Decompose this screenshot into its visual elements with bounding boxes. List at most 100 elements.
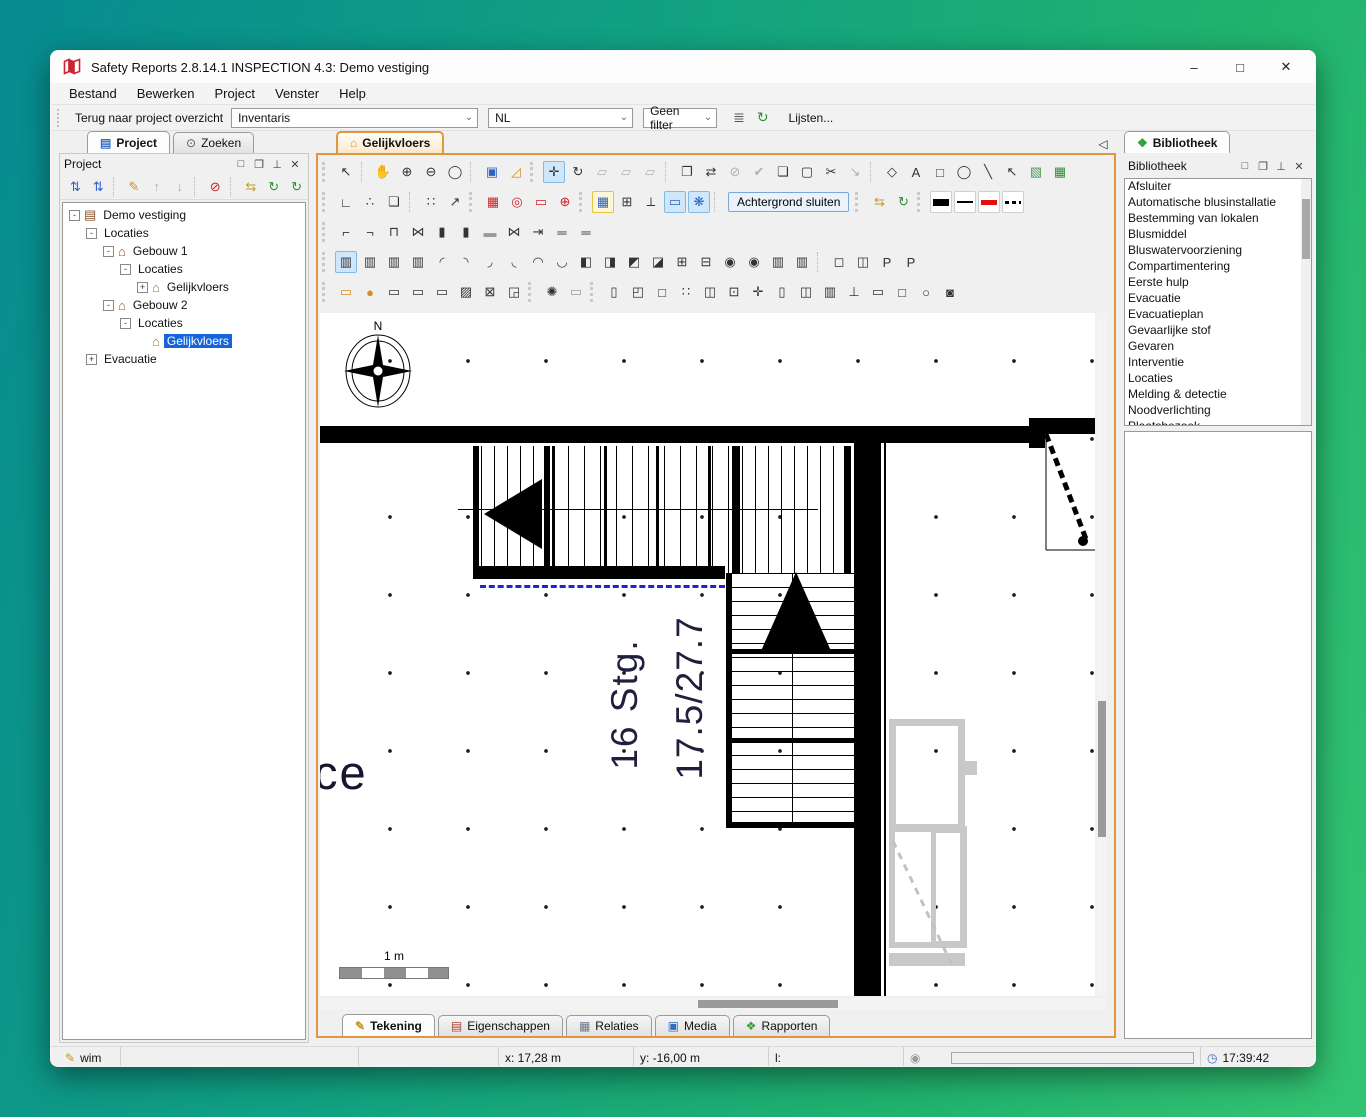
rectangle-tool-icon[interactable]: □ bbox=[929, 161, 951, 183]
library-scrollbar[interactable] bbox=[1301, 179, 1311, 425]
stairs-landing-1-icon[interactable]: ◧ bbox=[575, 251, 597, 273]
hatch-area-icon[interactable]: ▨ bbox=[455, 281, 477, 303]
tab-media[interactable]: ▣Media bbox=[655, 1015, 730, 1036]
tree-item-gebouw-1[interactable]: -⌂Gebouw 1 bbox=[63, 242, 305, 260]
tree-item-evacuatie[interactable]: +Evacuatie bbox=[63, 350, 305, 368]
move-down-icon[interactable]: ↓ bbox=[169, 176, 190, 198]
library-item-plaatsbezoek[interactable]: Plaatsbezoek bbox=[1125, 419, 1311, 426]
block-disabled-icon[interactable]: ⊘ bbox=[724, 161, 746, 183]
stairs-landing-4-icon[interactable]: ◪ bbox=[647, 251, 669, 273]
library-item-eerste-hulp[interactable]: Eerste hulp bbox=[1125, 275, 1311, 291]
worktop-icon[interactable]: □ bbox=[651, 281, 673, 303]
group-disabled-icon[interactable]: ▱ bbox=[615, 161, 637, 183]
wall-filled-icon[interactable]: ▬ bbox=[479, 221, 501, 243]
horizontal-scrollbar[interactable] bbox=[320, 998, 1106, 1010]
wall-segment-a-icon[interactable]: ▮ bbox=[431, 221, 453, 243]
tab-project[interactable]: ▤Project bbox=[87, 131, 170, 153]
pin-panel-button[interactable]: ⊥ bbox=[268, 158, 286, 171]
zoom-out-icon[interactable]: ⊖ bbox=[420, 161, 442, 183]
tree-item-gelijkvloers[interactable]: +⌂Gelijkvloers bbox=[63, 278, 305, 296]
refresh-add-icon[interactable]: ↻ bbox=[263, 176, 284, 198]
stairs-landing-2-icon[interactable]: ◨ bbox=[599, 251, 621, 273]
stairs-straight-up-icon[interactable]: ▥ bbox=[359, 251, 381, 273]
door-double-icon[interactable]: ⊓ bbox=[383, 221, 405, 243]
bathtub-icon[interactable]: ○ bbox=[915, 281, 937, 303]
library-item-gevaren[interactable]: Gevaren bbox=[1125, 339, 1311, 355]
align-disabled-icon[interactable]: ▱ bbox=[591, 161, 613, 183]
text-tool-icon[interactable]: A bbox=[905, 161, 927, 183]
window-tilt-icon[interactable]: ▭ bbox=[431, 281, 453, 303]
cross-area-icon[interactable]: ⊠ bbox=[479, 281, 501, 303]
sink-icon[interactable]: ⊥ bbox=[843, 281, 865, 303]
move-up-icon[interactable]: ↑ bbox=[146, 176, 167, 198]
ellipse-tool-icon[interactable]: ◯ bbox=[953, 161, 975, 183]
filter-combo[interactable]: Geen filter ⌄ bbox=[643, 108, 717, 128]
library-item-interventie[interactable]: Interventie bbox=[1125, 355, 1311, 371]
reload-background-icon[interactable]: ↻ bbox=[892, 191, 914, 213]
tree-item-gebouw-2[interactable]: -⌂Gebouw 2 bbox=[63, 296, 305, 314]
tab-eigenschappen[interactable]: ▤Eigenschappen bbox=[438, 1015, 563, 1036]
polygon-tool-icon[interactable]: ◇ bbox=[881, 161, 903, 183]
grid-points-icon[interactable]: ∷ bbox=[420, 191, 442, 213]
category-combo[interactable]: Inventaris ⌄ bbox=[231, 108, 478, 128]
menu-bestand[interactable]: Bestand bbox=[59, 84, 127, 103]
stairs-spiral-1-icon[interactable]: ◉ bbox=[719, 251, 741, 273]
close-panel-button[interactable]: ✕ bbox=[286, 158, 304, 171]
stairs-curved-4-icon[interactable]: ◟ bbox=[503, 251, 525, 273]
maximize-panel-button[interactable]: □ bbox=[232, 158, 250, 170]
stairs-landing-6-icon[interactable]: ⊟ bbox=[695, 251, 717, 273]
elevator-p2-icon[interactable]: P bbox=[900, 251, 922, 273]
tab-bibliotheek[interactable]: ❖ Bibliotheek bbox=[1124, 131, 1230, 153]
menu-project[interactable]: Project bbox=[205, 84, 265, 103]
tab-gelijkvloers[interactable]: ⌂ Gelijkvloers bbox=[336, 131, 444, 153]
window-right-icon[interactable]: ▭ bbox=[407, 281, 429, 303]
pin-panel-button[interactable]: ⊥ bbox=[1272, 160, 1290, 173]
window-left-icon[interactable]: ▭ bbox=[383, 281, 405, 303]
window-frame-icon[interactable]: ▭ bbox=[335, 281, 357, 303]
maximize-panel-button[interactable]: □ bbox=[1236, 160, 1254, 172]
raster-icon[interactable]: ▦ bbox=[482, 191, 504, 213]
stairs-exit-left-icon[interactable]: ▥ bbox=[767, 251, 789, 273]
window-double-icon[interactable]: ◫ bbox=[699, 281, 721, 303]
car-icon[interactable]: ▭ bbox=[565, 281, 587, 303]
duplicate-icon[interactable]: ❐ bbox=[676, 161, 698, 183]
stairs-ramp-left-icon[interactable]: ▥ bbox=[383, 251, 405, 273]
lists-button[interactable]: Lijsten... bbox=[789, 111, 834, 125]
elevator-p1-icon[interactable]: P bbox=[876, 251, 898, 273]
door-single-right-icon[interactable]: ¬ bbox=[359, 221, 381, 243]
stairs-ramp-right-icon[interactable]: ▥ bbox=[407, 251, 429, 273]
stairs-curved-3-icon[interactable]: ◞ bbox=[479, 251, 501, 273]
stairs-curved-2-icon[interactable]: ◝ bbox=[455, 251, 477, 273]
elevator-icon[interactable]: ◻ bbox=[828, 251, 850, 273]
marker-rect-icon[interactable]: ▭ bbox=[530, 191, 552, 213]
stairs-exit-right-icon[interactable]: ▥ bbox=[791, 251, 813, 273]
replace-icon[interactable]: ⇄ bbox=[700, 161, 722, 183]
collapse-icon[interactable]: - bbox=[103, 300, 114, 311]
arrow-tool-icon[interactable]: ↖ bbox=[1001, 161, 1023, 183]
stairs-curved-5-icon[interactable]: ◠ bbox=[527, 251, 549, 273]
prev-drawing-icon[interactable]: ◁ bbox=[1092, 133, 1114, 155]
window-bowtie-icon[interactable]: ⋈ bbox=[503, 221, 525, 243]
rename-icon[interactable]: ✎ bbox=[123, 176, 144, 198]
scrollbar-thumb[interactable] bbox=[698, 1000, 838, 1008]
block-icon[interactable]: ⊘ bbox=[205, 176, 226, 198]
spot-icon[interactable]: ⊡ bbox=[723, 281, 745, 303]
close-button[interactable]: ✕ bbox=[1263, 51, 1309, 83]
image-tool-icon[interactable]: ▧ bbox=[1025, 161, 1047, 183]
approve-disabled-icon[interactable]: ✔ bbox=[748, 161, 770, 183]
select-tool-icon[interactable]: ↖ bbox=[335, 161, 357, 183]
library-item-evacuatie[interactable]: Evacuatie bbox=[1125, 291, 1311, 307]
tree-item-gelijkvloers[interactable]: ⌂Gelijkvloers bbox=[63, 332, 305, 350]
zoom-in-icon[interactable]: ⊕ bbox=[396, 161, 418, 183]
close-panel-button[interactable]: ✕ bbox=[1290, 160, 1308, 173]
table-tool-icon[interactable]: ▦ bbox=[1049, 161, 1071, 183]
language-combo[interactable]: NL ⌄ bbox=[488, 108, 633, 128]
stove-icon[interactable]: ◰ bbox=[627, 281, 649, 303]
shower-icon[interactable]: □ bbox=[891, 281, 913, 303]
fridge-icon[interactable]: ▯ bbox=[603, 281, 625, 303]
library-item-bluswatervoorziening[interactable]: Bluswatervoorziening bbox=[1125, 243, 1311, 259]
tab-zoeken[interactable]: ⊙Zoeken bbox=[173, 132, 254, 153]
maximize-button[interactable]: □ bbox=[1217, 51, 1263, 83]
close-background-button[interactable]: Achtergrond sluiten bbox=[728, 192, 849, 212]
cabinet-wide-icon[interactable]: ▥ bbox=[819, 281, 841, 303]
